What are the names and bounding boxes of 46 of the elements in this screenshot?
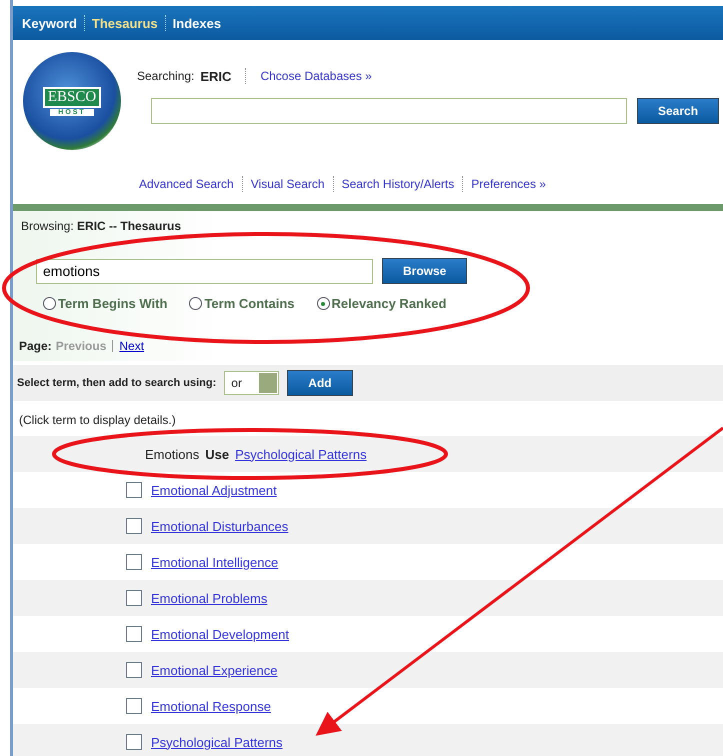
- term-checkbox[interactable]: [126, 626, 142, 642]
- radio-button[interactable]: [43, 297, 56, 310]
- browse-field[interactable]: emotions: [36, 258, 373, 284]
- term-link[interactable]: Psychological Patterns: [151, 734, 283, 750]
- pager-link[interactable]: Next: [119, 339, 144, 353]
- header-link[interactable]: Preferences »: [471, 177, 546, 191]
- term-link[interactable]: Emotional Experience: [151, 662, 278, 678]
- database-name: ERIC: [200, 68, 232, 84]
- header-link[interactable]: Search History/Alerts: [342, 177, 454, 191]
- choose-databases-link[interactable]: Chcose Databases »: [260, 69, 372, 83]
- add-button[interactable]: Add: [287, 370, 353, 396]
- radio-label[interactable]: Term Begins With: [58, 296, 168, 311]
- browsing-label: Browsing: ERIC -- Thesaurus: [21, 219, 182, 233]
- use-label: Use: [205, 446, 230, 462]
- term-link[interactable]: Emotional Response: [151, 698, 271, 714]
- radio-button[interactable]: [189, 297, 202, 310]
- term-checkbox[interactable]: [126, 662, 142, 678]
- term-checkbox[interactable]: [126, 554, 142, 570]
- radio-label[interactable]: Relevancy Ranked: [332, 296, 446, 311]
- term-link[interactable]: Emotional Disturbances: [151, 518, 288, 534]
- term-checkbox[interactable]: [126, 590, 142, 606]
- nav-tab[interactable]: Thesaurus: [84, 16, 165, 30]
- page-label: Page:: [19, 339, 52, 353]
- term-link[interactable]: Emotional Adjustment: [151, 482, 277, 498]
- term-checkbox[interactable]: [126, 734, 142, 750]
- nav-tab[interactable]: Indexes: [166, 16, 228, 30]
- term-checkbox[interactable]: [126, 518, 142, 534]
- term-name: Emotions: [145, 446, 200, 462]
- header-link[interactable]: Advanced Search: [139, 177, 234, 191]
- radio-button[interactable]: [316, 297, 330, 310]
- header-link[interactable]: Visual Search: [250, 177, 325, 191]
- searching-label: Searching:: [137, 69, 194, 83]
- operator-dropdown[interactable]: or: [224, 371, 280, 395]
- browse-button[interactable]: Browse: [382, 258, 468, 284]
- term-link[interactable]: Emotional Development: [151, 626, 290, 642]
- search-field[interactable]: [151, 98, 627, 124]
- term-link[interactable]: Emotional Intelligence: [151, 554, 278, 570]
- hint-text: (Click term to display details.): [18, 412, 177, 429]
- term-checkbox[interactable]: [126, 698, 142, 714]
- add-instruction: Select term, then add to search using:: [17, 377, 216, 389]
- search-button[interactable]: Search: [637, 98, 720, 124]
- term-link[interactable]: Emotional Problems: [151, 590, 268, 606]
- nav-tab[interactable]: Keyword: [15, 16, 84, 30]
- radio-label[interactable]: Term Contains: [204, 296, 294, 311]
- term-checkbox[interactable]: [126, 482, 142, 498]
- term-link[interactable]: Psychological Patterns: [235, 446, 367, 462]
